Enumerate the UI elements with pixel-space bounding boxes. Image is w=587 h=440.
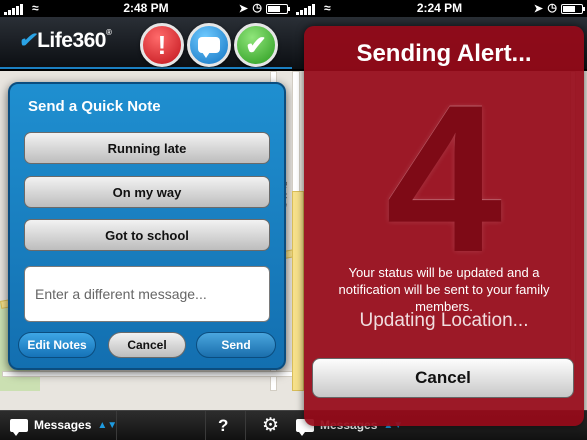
left-screen: ≈ 2:48 PM ➤ ◷ ✔Life360® ! ✔ St. Helier S… bbox=[0, 0, 292, 440]
message-icon bbox=[10, 418, 28, 436]
updating-status: Updating Location... bbox=[359, 310, 529, 331]
custom-message-input[interactable] bbox=[24, 266, 270, 322]
countdown-number: 4 bbox=[385, 61, 503, 296]
status-bar: ≈ 2:24 PM ➤ ◷ bbox=[292, 0, 587, 17]
app-header: ✔Life360® ! ✔ bbox=[0, 17, 292, 69]
status-bar: ≈ 2:48 PM ➤ ◷ bbox=[0, 0, 292, 17]
messages-label: Messages bbox=[34, 418, 92, 432]
location-icon: ➤ bbox=[238, 3, 248, 15]
help-button[interactable]: ? bbox=[218, 416, 228, 436]
alert-button[interactable]: ! bbox=[140, 23, 184, 67]
cancel-button[interactable]: Cancel bbox=[108, 332, 186, 358]
updown-icon: ▲▼ bbox=[97, 419, 118, 431]
cancel-alert-button[interactable]: Cancel bbox=[312, 358, 574, 398]
messages-tab[interactable]: Messages ▲▼ bbox=[10, 418, 118, 436]
trademark: ® bbox=[105, 28, 112, 37]
battery-icon bbox=[561, 4, 585, 14]
app-logo: ✔Life360® bbox=[18, 28, 112, 53]
panel-title: Send a Quick Note bbox=[28, 98, 161, 115]
logo-mark-icon: ✔ bbox=[18, 29, 36, 52]
speech-bubble-icon bbox=[198, 37, 220, 58]
location-icon: ➤ bbox=[533, 3, 543, 15]
right-screen: ≈ 2:24 PM ➤ ◷ Messages ▲▼ Sending Alert.… bbox=[292, 0, 587, 440]
send-button[interactable]: Send bbox=[196, 332, 276, 358]
quick-note-button[interactable] bbox=[187, 23, 231, 67]
alarm-icon: ◷ bbox=[547, 2, 557, 14]
status-time: 2:48 PM bbox=[123, 1, 169, 15]
tab-bar: Messages ▲▼ ? ⚙ bbox=[0, 410, 292, 440]
dialog-message: Your status will be updated and a notifi… bbox=[338, 265, 550, 314]
gear-icon[interactable]: ⚙ bbox=[262, 414, 279, 437]
battery-icon bbox=[266, 4, 290, 14]
quick-note-on-my-way[interactable]: On my way bbox=[24, 176, 270, 208]
alarm-icon: ◷ bbox=[252, 2, 262, 14]
quick-note-panel: Send a Quick Note Running late On my way… bbox=[8, 82, 286, 370]
sending-alert-dialog: Sending Alert... 4 Your status will be u… bbox=[304, 26, 584, 426]
app-name: Life360 bbox=[37, 29, 106, 52]
quick-note-running-late[interactable]: Running late bbox=[24, 132, 270, 164]
alert-icon: ! bbox=[157, 29, 167, 60]
edit-notes-button[interactable]: Edit Notes bbox=[18, 332, 96, 358]
checkmark-icon: ✔ bbox=[245, 29, 267, 60]
quick-note-got-to-school[interactable]: Got to school bbox=[24, 219, 270, 251]
checkin-button[interactable]: ✔ bbox=[234, 23, 278, 67]
